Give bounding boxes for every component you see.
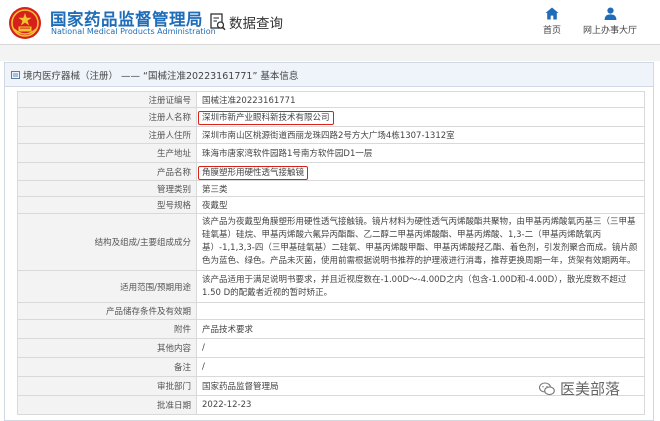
wechat-watermark: 医美部落 bbox=[539, 378, 620, 399]
breadcrumb: 境内医疗器械（注册） —— “国械注准20223161771” 基本信息 bbox=[5, 63, 653, 87]
table-row: 注册人住所 深圳市南山区桃源街道西丽龙珠四路2号方大广场4栋1307-1312室 bbox=[17, 126, 645, 144]
field-label: 其他内容 bbox=[17, 338, 197, 358]
home-icon bbox=[545, 7, 559, 20]
field-label: 批准日期 bbox=[17, 395, 197, 415]
national-emblem-icon bbox=[9, 7, 41, 39]
watermark-text: 医美部落 bbox=[560, 380, 621, 398]
field-label: 备注 bbox=[17, 357, 197, 377]
field-label: 结构及组成/主要组成成分 bbox=[17, 213, 197, 271]
breadcrumb-text: 境内医疗器械（注册） —— “国械注准20223161771” 基本信息 bbox=[23, 70, 299, 82]
highlighted-product-name: 角膜塑形用硬性透气接触镜 bbox=[198, 165, 309, 180]
field-value: 该产品为夜戴型角膜塑形用硬性透气接触镜。镜片材料为硬性透气丙烯酸酯共聚物，由甲基… bbox=[196, 213, 645, 271]
field-value: 产品技术要求 bbox=[196, 319, 645, 339]
field-label: 注册证编号 bbox=[17, 91, 197, 108]
field-value: 夜戴型 bbox=[196, 196, 645, 214]
table-row: 型号规格 夜戴型 bbox=[17, 196, 645, 214]
wechat-icon bbox=[539, 381, 555, 395]
user-icon bbox=[604, 7, 616, 20]
field-label: 型号规格 bbox=[17, 196, 197, 214]
table-row: 附件 产品技术要求 bbox=[17, 319, 645, 339]
nav-home-link[interactable]: 首页 bbox=[535, 7, 569, 36]
table-row: 产品名称 角膜塑形用硬性透气接触镜 bbox=[17, 162, 645, 181]
data-query-title: 数据查询 bbox=[210, 12, 283, 32]
field-value: / bbox=[196, 357, 645, 377]
table-row: 注册人名称 深圳市新产业眼科新技术有限公司 bbox=[17, 107, 645, 127]
table-row: 适用范围/预期用途 该产品适用于满足说明书要求，并且近视度数在-1.00D～-4… bbox=[17, 270, 645, 303]
field-value: 国械注准20223161771 bbox=[196, 91, 645, 108]
table-row: 备注 / bbox=[17, 357, 645, 377]
registration-info-table: 注册证编号 国械注准20223161771 注册人名称 深圳市新产业眼科新技术有… bbox=[17, 91, 645, 415]
table-row: 管理类别 第三类 bbox=[17, 180, 645, 197]
field-value: 深圳市南山区桃源街道西丽龙珠四路2号方大广场4栋1307-1312室 bbox=[196, 126, 645, 144]
field-label: 产品名称 bbox=[17, 162, 197, 181]
detail-panel: 境内医疗器械（注册） —— “国械注准20223161771” 基本信息 注册证… bbox=[4, 62, 654, 421]
nav-service-hall-label: 网上办事大厅 bbox=[582, 26, 637, 36]
field-label: 审批部门 bbox=[17, 376, 197, 396]
table-row: 生产地址 珠海市唐家湾软件园路1号南方软件园D1一层 bbox=[17, 143, 645, 163]
nav-service-hall-link[interactable]: 网上办事大厅 bbox=[578, 7, 642, 36]
list-icon bbox=[11, 70, 20, 79]
field-value: 该产品适用于满足说明书要求，并且近视度数在-1.00D～-4.00D之内（包含-… bbox=[196, 270, 645, 303]
table-row: 结构及组成/主要组成成分 该产品为夜戴型角膜塑形用硬性透气接触镜。镜片材料为硬性… bbox=[17, 213, 645, 271]
field-label: 注册人住所 bbox=[17, 126, 197, 144]
table-row: 注册证编号 国械注准20223161771 bbox=[17, 91, 645, 108]
field-label: 生产地址 bbox=[17, 143, 197, 163]
data-query-label: 数据查询 bbox=[229, 16, 283, 32]
field-value: 珠海市唐家湾软件园路1号南方软件园D1一层 bbox=[196, 143, 645, 163]
document-search-icon bbox=[210, 13, 226, 31]
nav-home-label: 首页 bbox=[542, 26, 561, 36]
field-label: 注册人名称 bbox=[17, 107, 197, 127]
field-label: 适用范围/预期用途 bbox=[17, 270, 197, 303]
field-label: 产品储存条件及有效期 bbox=[17, 302, 197, 320]
field-value bbox=[196, 302, 645, 320]
field-value: / bbox=[196, 338, 645, 358]
site-header: 国家药品监督管理局 National Medical Products Admi… bbox=[0, 0, 660, 44]
site-subtitle: National Medical Products Administration bbox=[51, 27, 216, 36]
highlighted-registrant-name: 深圳市新产业眼科新技术有限公司 bbox=[198, 111, 334, 125]
field-label: 管理类别 bbox=[17, 180, 197, 197]
table-row: 其他内容 / bbox=[17, 338, 645, 358]
page-band bbox=[0, 45, 660, 61]
field-label: 附件 bbox=[17, 319, 197, 339]
table-row: 产品储存条件及有效期 bbox=[17, 302, 645, 320]
field-value: 第三类 bbox=[196, 180, 645, 197]
